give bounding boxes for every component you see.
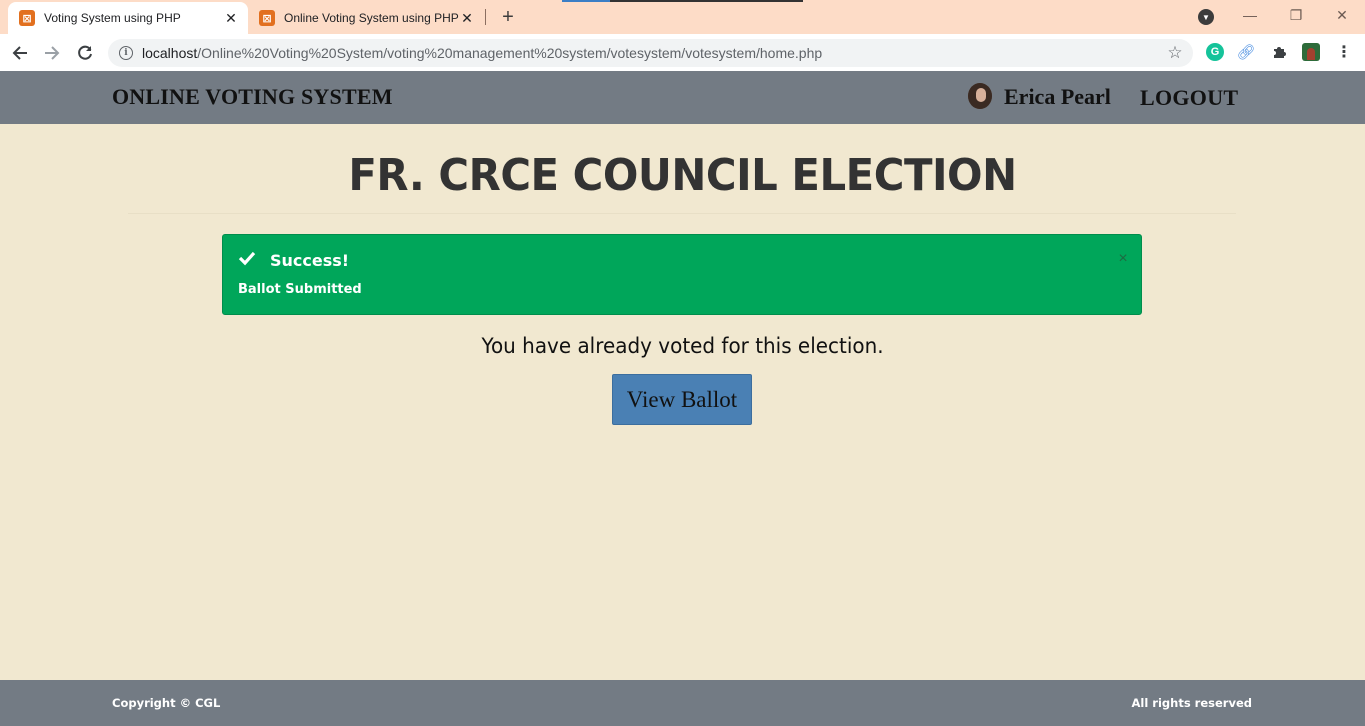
site-header: ONLINE VOTING SYSTEM Erica Pearl LOGOUT [0,71,1365,124]
tab-title: Online Voting System using PHP [284,11,459,25]
check-icon [238,250,258,270]
back-arrow-icon[interactable] [8,41,32,65]
kebab-menu-icon[interactable]: ⋮ [1335,43,1353,61]
puzzle-icon[interactable] [1270,43,1288,61]
tab-separator [485,9,486,25]
site-info-icon[interactable]: i [119,46,133,60]
close-tab-icon[interactable]: ✕ [459,10,475,26]
reload-icon[interactable] [73,41,97,65]
site-footer: Copyright © CGL All rights reserved [0,680,1365,726]
loading-strip [562,0,803,2]
tab-voting-system[interactable]: ⊠ Voting System using PHP ✕ [8,2,248,34]
url-text[interactable]: localhost/Online%20Voting%20System/votin… [142,45,1165,61]
already-voted-message: You have already voted for this election… [481,334,884,358]
alert-close-icon[interactable]: × [1115,250,1131,268]
page-title: FR. CRCE COUNCIL ELECTION [348,150,1017,201]
forward-arrow-icon[interactable] [40,41,64,65]
tab-title: Voting System using PHP [44,11,181,25]
new-tab-button[interactable]: + [497,6,519,28]
user-name: Erica Pearl [1004,84,1111,109]
view-ballot-button[interactable]: View Ballot [612,374,752,425]
xampp-favicon-icon: ⊠ [259,10,275,26]
divider [128,213,1236,214]
xampp-favicon-icon: ⊠ [19,10,35,26]
minimize-icon[interactable]: — [1235,5,1265,25]
alert-message: Ballot Submitted [238,282,362,297]
star-icon[interactable]: ☆ [1165,43,1185,63]
profile-icon[interactable] [1302,43,1320,61]
grammarly-icon[interactable]: G [1206,43,1224,61]
alert-heading: Success! [270,251,350,270]
copyright-text: Copyright © CGL [112,696,221,710]
success-alert: Success! Ballot Submitted × [222,234,1142,315]
rights-text: All rights reserved [1131,696,1252,710]
address-bar[interactable]: i localhost/Online%20Voting%20System/vot… [108,39,1193,67]
avatar [968,83,992,109]
window-close-icon[interactable]: ✕ [1327,5,1357,25]
link-icon[interactable]: 🔗︎ [1236,43,1255,61]
browser-toolbar: i localhost/Online%20Voting%20System/vot… [0,34,1365,71]
brand-title[interactable]: ONLINE VOTING SYSTEM [112,84,393,110]
logout-link[interactable]: LOGOUT [1140,85,1238,111]
restore-icon[interactable]: ❐ [1281,5,1311,25]
close-tab-icon[interactable]: ✕ [223,10,239,26]
tab-online-voting-system[interactable]: ⊠ Online Voting System using PHP ✕ [248,2,484,34]
browser-tab-bar: ⊠ Voting System using PHP ✕ ⊠ Online Vot… [0,0,1365,34]
tab-search-icon[interactable]: ▼ [1198,9,1214,25]
